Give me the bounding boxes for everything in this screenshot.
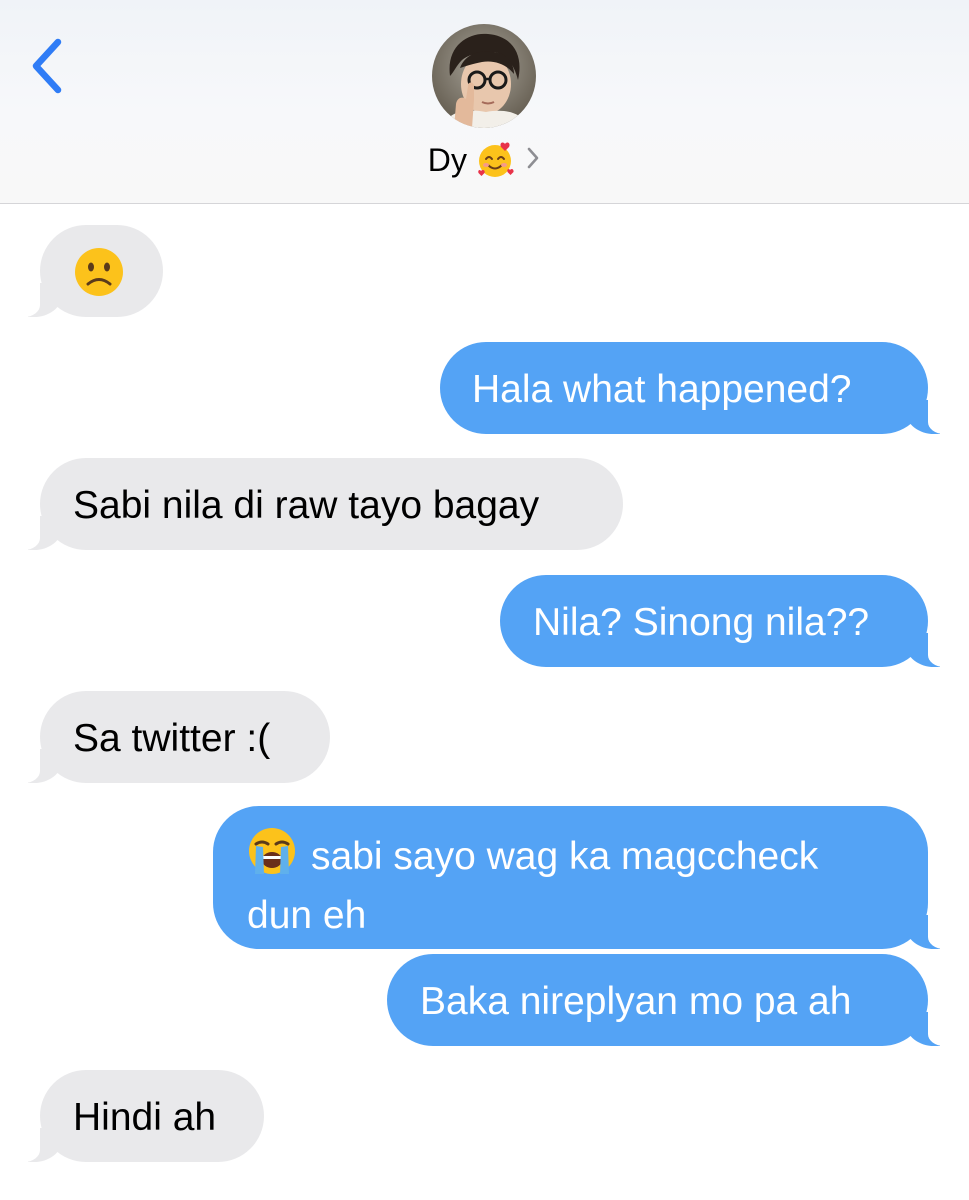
back-button[interactable] xyxy=(24,34,74,98)
message-bubble-received[interactable]: Hindi ah xyxy=(18,1070,264,1162)
message-text: Baka nireplyan mo pa ah xyxy=(420,980,852,1023)
avatar-photo xyxy=(432,24,536,128)
message-text: Sabi nila di raw tayo bagay xyxy=(73,484,540,527)
message-text: Hala what happened? xyxy=(472,368,852,411)
message-text: Nila? Sinong nila?? xyxy=(533,601,870,644)
smiling-face-with-hearts-icon xyxy=(475,140,515,180)
chevron-right-icon xyxy=(525,145,541,176)
message-text-line: sabi sayo wag ka magccheck xyxy=(247,826,928,890)
message-thread[interactable]: Hala what happened? Sabi nila di raw tay… xyxy=(0,204,969,1200)
contact-name-row[interactable]: Dy xyxy=(0,138,969,182)
message-bubble-sent[interactable]: Nila? Sinong nila?? xyxy=(500,575,950,667)
conversation-header: Dy xyxy=(0,0,969,204)
message-text: Hindi ah xyxy=(73,1096,217,1139)
message-bubble-sent[interactable]: Baka nireplyan mo pa ah xyxy=(387,954,950,1046)
message-bubble-sent[interactable]: sabi sayo wag ka magccheck dun eh xyxy=(213,806,950,949)
message-text-line: dun eh xyxy=(247,894,367,937)
contact-name: Dy xyxy=(427,141,468,178)
chevron-left-icon xyxy=(32,38,62,94)
frowning-face-icon xyxy=(73,246,125,312)
message-bubble-received[interactable]: Sa twitter :( xyxy=(18,691,330,783)
message-bubble-received[interactable]: Sabi nila di raw tayo bagay xyxy=(18,458,623,550)
message-text: Sa twitter :( xyxy=(73,717,271,760)
message-text-part: sabi sayo wag ka magccheck xyxy=(311,835,819,878)
loudly-crying-face-icon xyxy=(247,826,297,890)
message-bubble-sent[interactable]: Hala what happened? xyxy=(440,342,950,434)
message-bubble-received[interactable] xyxy=(18,225,163,317)
contact-avatar[interactable] xyxy=(432,24,536,128)
